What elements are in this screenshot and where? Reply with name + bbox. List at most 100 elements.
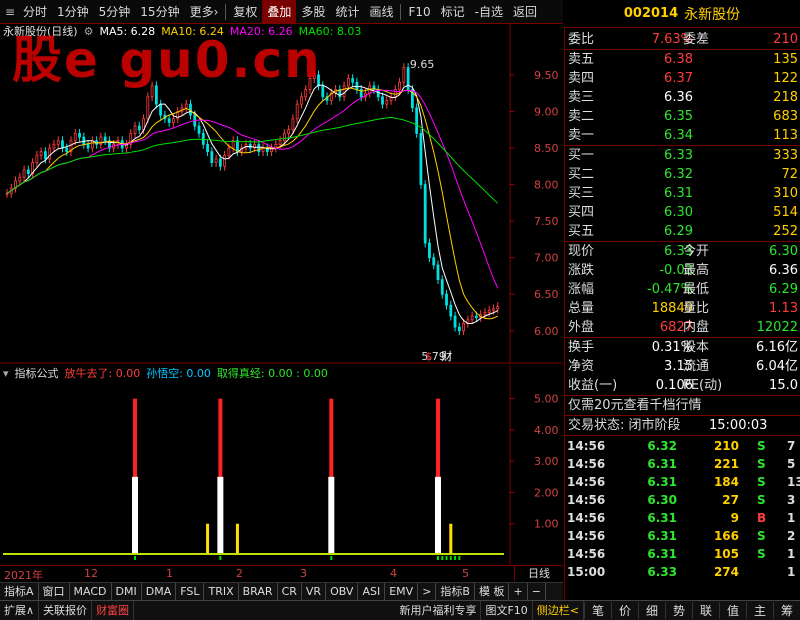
chart-name: 永新股份(日线) (3, 25, 78, 38)
candle-101 (436, 260, 440, 284)
toolbar-button-4[interactable]: 更多› (185, 0, 224, 24)
indicator-tab-9[interactable]: VR (302, 583, 327, 600)
tick-time: 14:56 (567, 475, 606, 489)
indicator-tab-10[interactable]: OBV (326, 583, 359, 600)
candle-45 (197, 121, 201, 138)
fund-1-label2: 流通 (683, 359, 710, 374)
indicator-tab-7[interactable]: BRAR (239, 583, 278, 600)
ask-1: 卖一 6.34 113 (565, 126, 800, 145)
candle-10 (48, 143, 52, 164)
tick-time: 14:56 (567, 511, 606, 525)
tick-price: 6.31 (647, 547, 677, 561)
indicator-value-1: 孙悟空: 0.00 (146, 367, 211, 380)
indicator-tab-1[interactable]: 窗口 (39, 583, 70, 600)
toolbar-button-10[interactable]: F10 (403, 0, 435, 24)
indicator-tab-8[interactable]: CR (278, 583, 302, 600)
toolbar-button-1[interactable]: 1分钟 (52, 0, 94, 24)
toolbar-button-0[interactable]: 分时 (18, 0, 52, 24)
indicator-tab-12[interactable]: EMV (385, 583, 419, 600)
indicator-chart[interactable]: 5.00 4.00 3.00 2.00 1.00 (0, 365, 563, 565)
bottom-right-2[interactable]: 侧边栏< (533, 601, 584, 620)
indicator-tab-15[interactable]: 模 板 (475, 583, 510, 600)
indicator-tab-4[interactable]: DMA (142, 583, 177, 600)
date-label-6: 5 (462, 567, 469, 580)
price-tick-label-4: 7.50 (534, 215, 559, 228)
ask-5-label: 卖五 (568, 52, 595, 67)
bottom-right-1[interactable]: 图文F10 (481, 601, 533, 620)
candle-69 (300, 92, 303, 109)
collapse-icon[interactable]: ▾ (3, 366, 9, 382)
stat-4: 外盘 6827 内盘 12022 (565, 318, 800, 337)
indicator-tab-0[interactable]: 指标A (0, 583, 39, 600)
bid-2-volume: 72 (781, 167, 798, 182)
bottom-right-0[interactable]: 新用户福利专享 (395, 601, 482, 620)
panel-nav-1[interactable]: 价 (611, 602, 638, 619)
bid-1-volume: 333 (773, 148, 798, 163)
panel-nav-5[interactable]: 值 (719, 602, 746, 619)
panel-nav-4[interactable]: 联 (692, 602, 719, 619)
promo-link[interactable]: 仅需20元查看千档行情 (565, 396, 800, 415)
toolbar-button-3[interactable]: 15分钟 (135, 0, 184, 24)
candle-104 (449, 300, 453, 321)
settings-icon[interactable]: ⚙ (84, 24, 94, 40)
indicator-tabs: 指标A 窗口 MACD DMI DMA FSL TRIX BRAR CR VR OBV ASI EMV >… (0, 582, 563, 600)
indicator-tab-14[interactable]: 指标B (436, 583, 475, 600)
panel-nav-2[interactable]: 细 (638, 602, 665, 619)
dividend-marker: $ (425, 350, 432, 363)
date-label-4: 3 (300, 567, 307, 580)
panel-nav-0[interactable]: 笔 (584, 602, 611, 619)
candle-31 (137, 121, 141, 135)
indicator-tab-13[interactable]: > (418, 583, 437, 600)
candle-49 (214, 154, 218, 168)
menu-icon[interactable]: ≡ (0, 0, 18, 24)
panel-nav-7[interactable]: 筹 (773, 602, 800, 619)
panel-nav-3[interactable]: 势 (665, 602, 692, 619)
candle-48 (210, 147, 214, 168)
stat-0-label2: 今开 (683, 244, 710, 259)
indicator-tab-16[interactable]: + (509, 583, 528, 600)
toolbar-button-9[interactable]: 画线 (364, 0, 398, 24)
white-bar-1 (217, 476, 224, 555)
toolbar-button-11[interactable]: 标记 (436, 0, 470, 24)
candle-40 (176, 107, 180, 124)
stat-3-label2: 量比 (683, 301, 710, 316)
fund-0: 换手 0.31% 股本 6.16亿 (565, 338, 800, 357)
ask-4-price: 6.37 (664, 71, 693, 86)
indicator-tab-11[interactable]: ASI (358, 583, 386, 600)
tick-count: 7 (787, 439, 796, 453)
price-chart[interactable]: 9.509.008.508.007.507.006.506.009.655.79… (0, 24, 563, 364)
candle-70 (304, 85, 308, 102)
candle-7 (35, 150, 39, 168)
bottom-left-0[interactable]: 扩展∧ (0, 601, 40, 620)
panel-nav-6[interactable]: 主 (746, 602, 773, 619)
candle-42 (184, 99, 188, 113)
price-tick-label-0: 9.50 (534, 69, 559, 82)
indicator-tab-6[interactable]: TRIX (204, 583, 239, 600)
ask-3-label: 卖三 (568, 90, 595, 105)
candle-78 (338, 85, 342, 102)
tick-row: 14:56 6.30 27 S 3 (565, 491, 800, 509)
toolbar-button-12[interactable]: -自选 (470, 0, 508, 24)
toolbar-button-2[interactable]: 5分钟 (94, 0, 136, 24)
indicator-tab-3[interactable]: DMI (112, 583, 142, 600)
signal-mark-1 (219, 556, 222, 560)
ask-4-volume: 122 (773, 71, 798, 86)
indicator-tab-17[interactable]: − (528, 583, 546, 600)
tick-price: 6.31 (647, 511, 677, 525)
toolbar-button-13[interactable]: 返回 (508, 0, 542, 24)
bottom-left-1[interactable]: 关联报价 (39, 601, 93, 620)
toolbar-button-7[interactable]: 多股 (296, 0, 330, 24)
indicator-tab-2[interactable]: MACD (70, 583, 112, 600)
toolbar-button-5[interactable]: 复权 (228, 0, 262, 24)
bottom-left-2[interactable]: 财富圈 (92, 601, 135, 620)
toolbar-button-8[interactable]: 统计 (330, 0, 364, 24)
stat-4-label2: 内盘 (683, 320, 710, 335)
promo-text[interactable]: 仅需20元查看千档行情 (568, 396, 702, 415)
tick-side: S (757, 439, 766, 453)
toolbar-button-6[interactable]: 叠加 (262, 0, 297, 24)
candle-15 (69, 136, 73, 157)
candle-113 (487, 305, 491, 317)
indicator-tab-5[interactable]: FSL (176, 583, 205, 600)
signal-mark-8 (458, 556, 461, 560)
fund-0-value2: 6.16亿 (756, 340, 798, 355)
